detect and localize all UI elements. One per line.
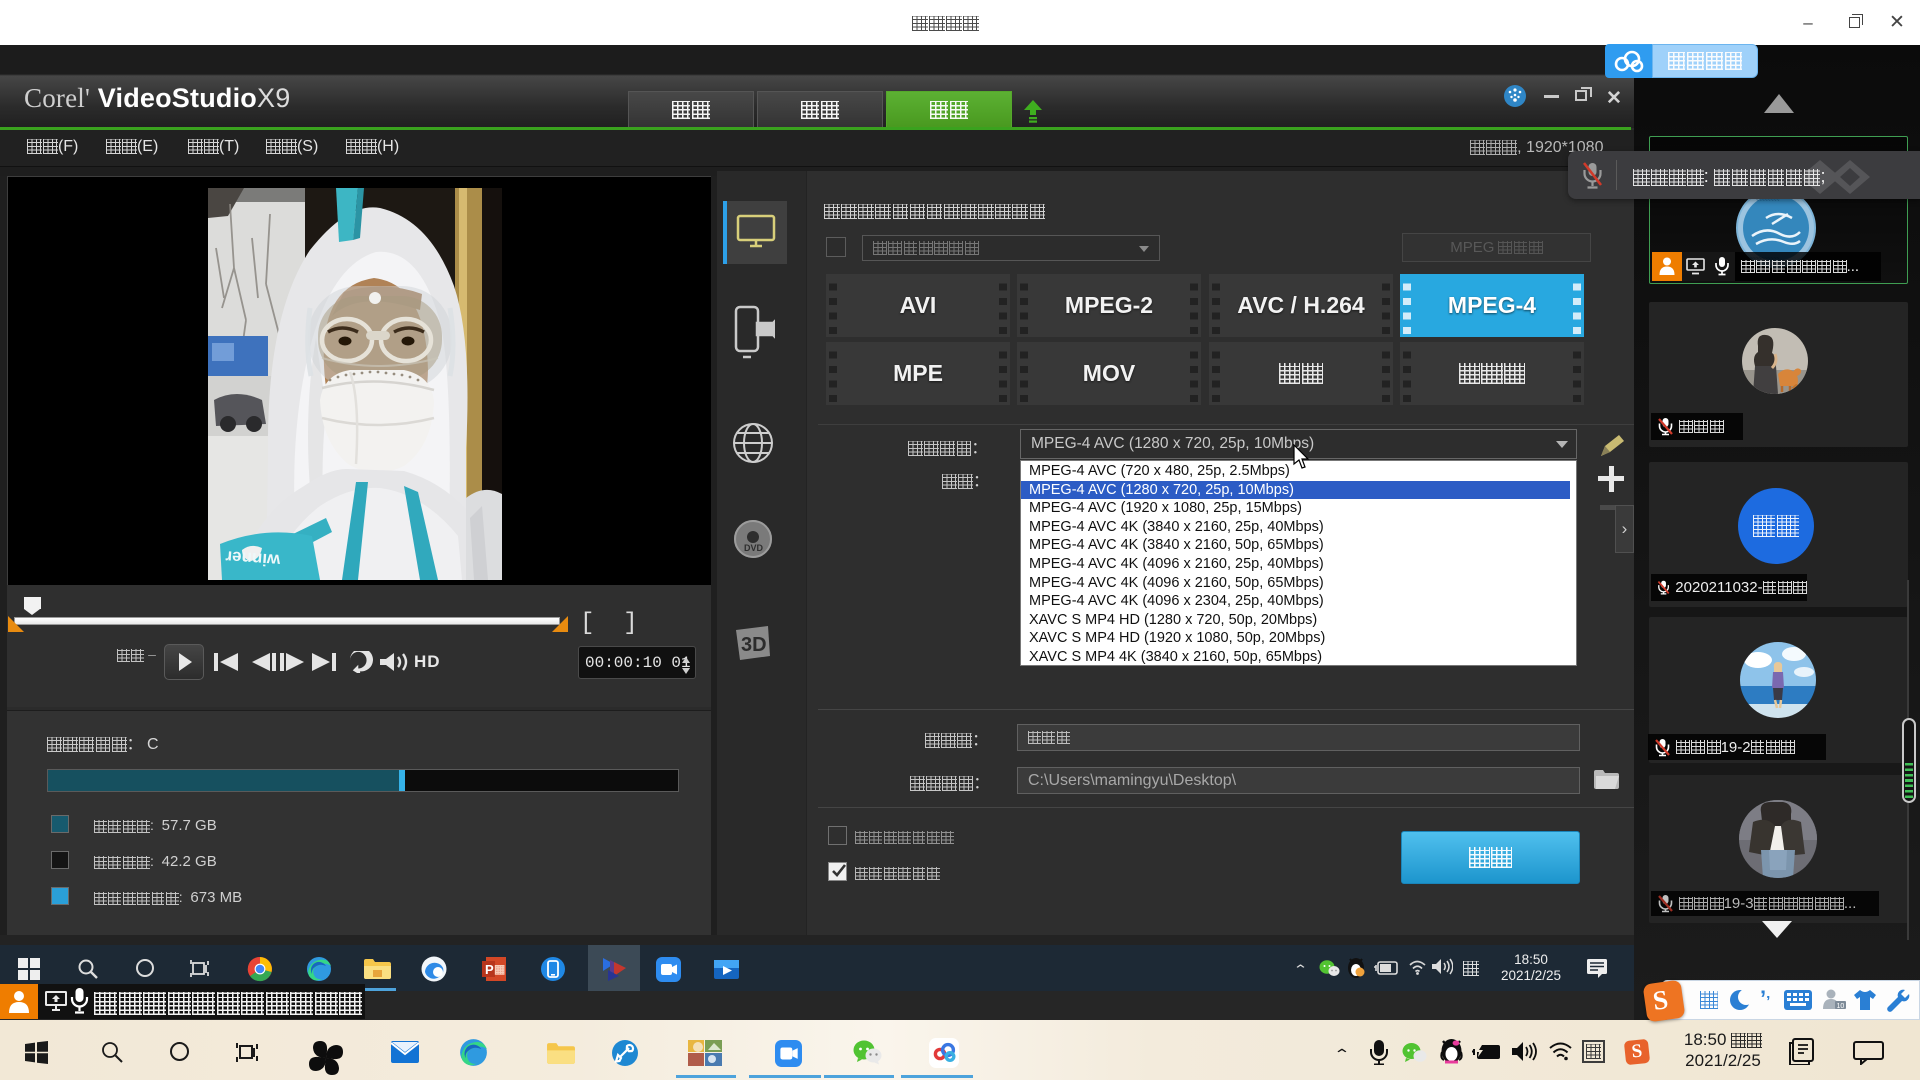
svg-text:P: P: [485, 962, 494, 977]
svg-text:DVD: DVD: [744, 543, 764, 553]
svg-text:3D: 3D: [741, 634, 767, 656]
svg-text:10: 10: [1837, 1003, 1845, 1010]
svg-text:winner: winner: [224, 547, 281, 570]
svg-text:▦: ▦: [494, 962, 505, 976]
